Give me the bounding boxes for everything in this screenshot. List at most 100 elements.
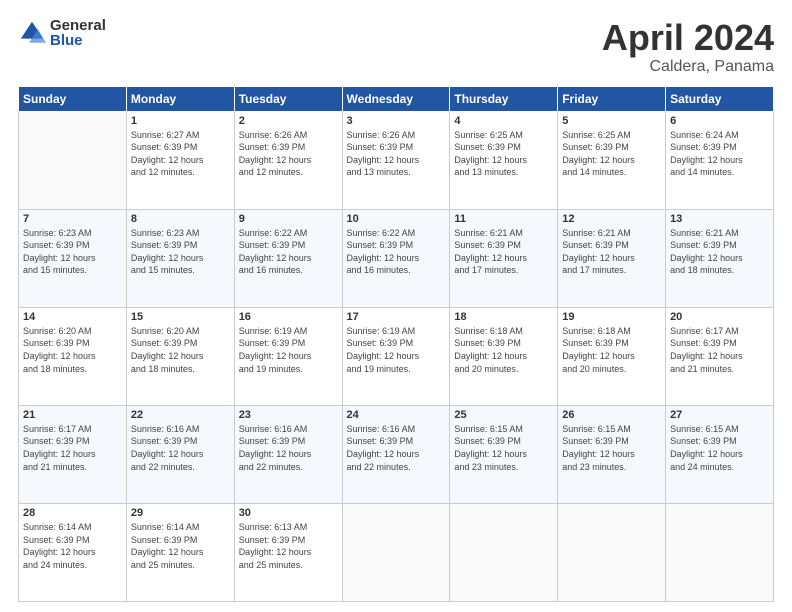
day-number: 13 bbox=[670, 213, 769, 225]
day-number: 23 bbox=[239, 409, 338, 421]
day-info: Sunrise: 6:21 AM Sunset: 6:39 PM Dayligh… bbox=[454, 227, 553, 277]
col-sunday: Sunday bbox=[19, 86, 127, 111]
day-cell: 13 Sunrise: 6:21 AM Sunset: 6:39 PM Dayli… bbox=[666, 209, 774, 307]
logo-blue-text: Blue bbox=[50, 33, 106, 48]
day-info: Sunrise: 6:21 AM Sunset: 6:39 PM Dayligh… bbox=[670, 227, 769, 277]
col-saturday: Saturday bbox=[666, 86, 774, 111]
col-monday: Monday bbox=[126, 86, 234, 111]
day-number: 16 bbox=[239, 311, 338, 323]
day-number: 11 bbox=[454, 213, 553, 225]
day-cell: 10 Sunrise: 6:22 AM Sunset: 6:39 PM Dayli… bbox=[342, 209, 450, 307]
page-subtitle: Caldera, Panama bbox=[602, 58, 774, 76]
day-cell: 25 Sunrise: 6:15 AM Sunset: 6:39 PM Dayli… bbox=[450, 405, 558, 503]
day-info: Sunrise: 6:26 AM Sunset: 6:39 PM Dayligh… bbox=[347, 129, 446, 179]
day-number: 25 bbox=[454, 409, 553, 421]
day-cell: 3 Sunrise: 6:26 AM Sunset: 6:39 PM Daylig… bbox=[342, 111, 450, 209]
day-info: Sunrise: 6:25 AM Sunset: 6:39 PM Dayligh… bbox=[562, 129, 661, 179]
day-number: 4 bbox=[454, 115, 553, 127]
day-number: 1 bbox=[131, 115, 230, 127]
day-info: Sunrise: 6:23 AM Sunset: 6:39 PM Dayligh… bbox=[23, 227, 122, 277]
day-info: Sunrise: 6:14 AM Sunset: 6:39 PM Dayligh… bbox=[131, 521, 230, 571]
day-number: 18 bbox=[454, 311, 553, 323]
day-cell: 11 Sunrise: 6:21 AM Sunset: 6:39 PM Dayli… bbox=[450, 209, 558, 307]
day-cell: 18 Sunrise: 6:18 AM Sunset: 6:39 PM Dayli… bbox=[450, 307, 558, 405]
col-wednesday: Wednesday bbox=[342, 86, 450, 111]
day-number: 27 bbox=[670, 409, 769, 421]
day-info: Sunrise: 6:16 AM Sunset: 6:39 PM Dayligh… bbox=[347, 423, 446, 473]
day-number: 29 bbox=[131, 507, 230, 519]
day-number: 7 bbox=[23, 213, 122, 225]
day-cell: 1Sunrise: 6:27 AM Sunset: 6:39 PM Daylig… bbox=[126, 111, 234, 209]
day-info: Sunrise: 6:25 AM Sunset: 6:39 PM Dayligh… bbox=[454, 129, 553, 179]
day-number: 8 bbox=[131, 213, 230, 225]
logo-text: General Blue bbox=[50, 18, 106, 48]
page: General Blue April 2024 Caldera, Panama … bbox=[0, 0, 792, 612]
title-block: April 2024 Caldera, Panama bbox=[602, 18, 774, 76]
logo-general-text: General bbox=[50, 18, 106, 33]
day-cell: 4 Sunrise: 6:25 AM Sunset: 6:39 PM Daylig… bbox=[450, 111, 558, 209]
day-info: Sunrise: 6:26 AM Sunset: 6:39 PM Dayligh… bbox=[239, 129, 338, 179]
day-info: Sunrise: 6:16 AM Sunset: 6:39 PM Dayligh… bbox=[239, 423, 338, 473]
day-cell bbox=[666, 503, 774, 601]
day-number: 17 bbox=[347, 311, 446, 323]
day-number: 10 bbox=[347, 213, 446, 225]
logo-icon bbox=[18, 19, 46, 47]
day-number: 14 bbox=[23, 311, 122, 323]
week-row-3: 14 Sunrise: 6:20 AM Sunset: 6:39 PM Dayli… bbox=[19, 307, 774, 405]
day-info: Sunrise: 6:18 AM Sunset: 6:39 PM Dayligh… bbox=[454, 325, 553, 375]
day-info: Sunrise: 6:13 AM Sunset: 6:39 PM Dayligh… bbox=[239, 521, 338, 571]
day-info: Sunrise: 6:15 AM Sunset: 6:39 PM Dayligh… bbox=[670, 423, 769, 473]
week-row-5: 28 Sunrise: 6:14 AM Sunset: 6:39 PM Dayli… bbox=[19, 503, 774, 601]
day-cell: 17 Sunrise: 6:19 AM Sunset: 6:39 PM Dayli… bbox=[342, 307, 450, 405]
calendar: Sunday Monday Tuesday Wednesday Thursday… bbox=[18, 86, 774, 602]
day-info: Sunrise: 6:20 AM Sunset: 6:39 PM Dayligh… bbox=[131, 325, 230, 375]
day-cell: 9 Sunrise: 6:22 AM Sunset: 6:39 PM Daylig… bbox=[234, 209, 342, 307]
day-cell: 20Sunrise: 6:17 AM Sunset: 6:39 PM Dayli… bbox=[666, 307, 774, 405]
day-cell bbox=[450, 503, 558, 601]
day-cell: 6 Sunrise: 6:24 AM Sunset: 6:39 PM Daylig… bbox=[666, 111, 774, 209]
day-info: Sunrise: 6:19 AM Sunset: 6:39 PM Dayligh… bbox=[239, 325, 338, 375]
day-info: Sunrise: 6:20 AM Sunset: 6:39 PM Dayligh… bbox=[23, 325, 122, 375]
day-cell: 19Sunrise: 6:18 AM Sunset: 6:39 PM Dayli… bbox=[558, 307, 666, 405]
day-info: Sunrise: 6:16 AM Sunset: 6:39 PM Dayligh… bbox=[131, 423, 230, 473]
day-cell: 30 Sunrise: 6:13 AM Sunset: 6:39 PM Dayli… bbox=[234, 503, 342, 601]
week-row-2: 7 Sunrise: 6:23 AM Sunset: 6:39 PM Daylig… bbox=[19, 209, 774, 307]
day-cell: 5 Sunrise: 6:25 AM Sunset: 6:39 PM Daylig… bbox=[558, 111, 666, 209]
day-info: Sunrise: 6:19 AM Sunset: 6:39 PM Dayligh… bbox=[347, 325, 446, 375]
day-cell: 2Sunrise: 6:26 AM Sunset: 6:39 PM Daylig… bbox=[234, 111, 342, 209]
header-row: Sunday Monday Tuesday Wednesday Thursday… bbox=[19, 86, 774, 111]
day-cell: 22Sunrise: 6:16 AM Sunset: 6:39 PM Dayli… bbox=[126, 405, 234, 503]
day-info: Sunrise: 6:15 AM Sunset: 6:39 PM Dayligh… bbox=[454, 423, 553, 473]
header: General Blue April 2024 Caldera, Panama bbox=[18, 18, 774, 76]
day-number: 6 bbox=[670, 115, 769, 127]
col-thursday: Thursday bbox=[450, 86, 558, 111]
day-number: 24 bbox=[347, 409, 446, 421]
day-cell: 26Sunrise: 6:15 AM Sunset: 6:39 PM Dayli… bbox=[558, 405, 666, 503]
day-info: Sunrise: 6:21 AM Sunset: 6:39 PM Dayligh… bbox=[562, 227, 661, 277]
day-cell: 24 Sunrise: 6:16 AM Sunset: 6:39 PM Dayli… bbox=[342, 405, 450, 503]
day-info: Sunrise: 6:22 AM Sunset: 6:39 PM Dayligh… bbox=[239, 227, 338, 277]
day-cell: 8 Sunrise: 6:23 AM Sunset: 6:39 PM Daylig… bbox=[126, 209, 234, 307]
day-cell bbox=[558, 503, 666, 601]
col-friday: Friday bbox=[558, 86, 666, 111]
day-info: Sunrise: 6:24 AM Sunset: 6:39 PM Dayligh… bbox=[670, 129, 769, 179]
day-info: Sunrise: 6:23 AM Sunset: 6:39 PM Dayligh… bbox=[131, 227, 230, 277]
day-number: 20 bbox=[670, 311, 769, 323]
day-info: Sunrise: 6:22 AM Sunset: 6:39 PM Dayligh… bbox=[347, 227, 446, 277]
day-cell: 21Sunrise: 6:17 AM Sunset: 6:39 PM Dayli… bbox=[19, 405, 127, 503]
day-cell: 27 Sunrise: 6:15 AM Sunset: 6:39 PM Dayli… bbox=[666, 405, 774, 503]
day-cell: 28Sunrise: 6:14 AM Sunset: 6:39 PM Dayli… bbox=[19, 503, 127, 601]
day-cell: 12 Sunrise: 6:21 AM Sunset: 6:39 PM Dayli… bbox=[558, 209, 666, 307]
day-cell: 16 Sunrise: 6:19 AM Sunset: 6:39 PM Dayli… bbox=[234, 307, 342, 405]
day-number: 3 bbox=[347, 115, 446, 127]
day-info: Sunrise: 6:15 AM Sunset: 6:39 PM Dayligh… bbox=[562, 423, 661, 473]
day-number: 12 bbox=[562, 213, 661, 225]
page-title: April 2024 bbox=[602, 18, 774, 58]
day-number: 9 bbox=[239, 213, 338, 225]
col-tuesday: Tuesday bbox=[234, 86, 342, 111]
day-cell bbox=[19, 111, 127, 209]
day-number: 30 bbox=[239, 507, 338, 519]
day-number: 5 bbox=[562, 115, 661, 127]
day-number: 28 bbox=[23, 507, 122, 519]
day-cell: 7 Sunrise: 6:23 AM Sunset: 6:39 PM Daylig… bbox=[19, 209, 127, 307]
